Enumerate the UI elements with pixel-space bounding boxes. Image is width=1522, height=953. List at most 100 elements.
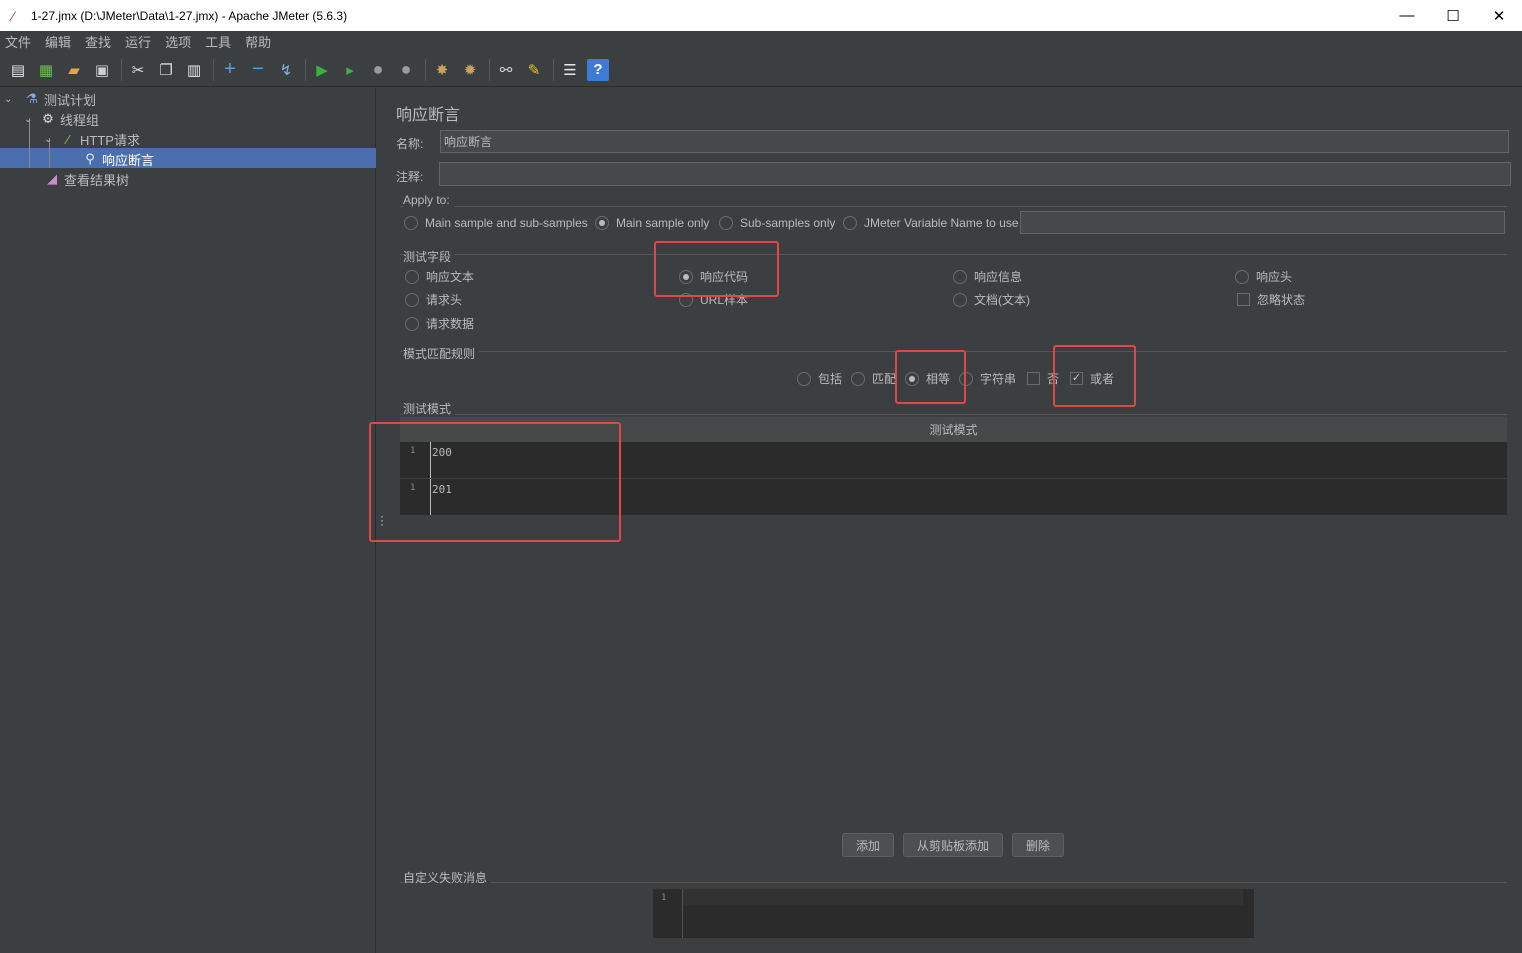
radio-icon [1235,269,1249,284]
menu-options[interactable]: 选项 [165,32,191,51]
radio-icon [719,216,733,230]
matches-radio[interactable]: 匹配 [851,370,896,387]
tree-item-label: HTTP请求 [80,132,140,148]
apply-main-and-sub-radio[interactable]: Main sample and sub-samples [404,216,588,230]
menu-help[interactable]: 帮助 [245,32,271,51]
radio-icon [843,216,857,230]
radio-label: Sub-samples only [740,216,836,230]
minimize-button[interactable]: — [1384,0,1430,31]
cut-icon[interactable]: ✂ [127,59,149,81]
toolbar-separator [489,58,490,81]
radio-icon [953,269,967,284]
annotation-box-patterns [369,422,621,542]
expand-icon[interactable]: + [219,58,241,81]
clear-all-icon[interactable]: ✹ [459,59,481,81]
menu-edit[interactable]: 编辑 [45,32,71,51]
name-label: 名称: [396,137,424,151]
tree-item-test-plan[interactable]: ⌄ ⚗ 测试计划 [4,89,96,109]
jmeter-feather-icon: ⁄ [12,7,15,24]
radio-label: 文档(文本) [974,293,1030,307]
failure-message-title: 自定义失败消息 [403,869,492,886]
delete-button[interactable]: 删除 [1012,833,1064,857]
annotation-box-or [1053,345,1136,407]
paste-icon[interactable]: ▥ [183,59,205,81]
line-number: 1 [661,893,667,903]
stop-icon[interactable]: ● [367,59,389,81]
window-title: 1-27.jmx (D:\JMeter\Data\1-27.jmx) - Apa… [31,8,348,23]
help-icon[interactable]: ? [587,58,609,81]
tree-item-response-assertion[interactable]: ⚲ 响应断言 [82,149,154,169]
comment-label: 注释: [396,170,424,184]
response-message-radio[interactable]: 响应信息 [953,268,1022,285]
start-no-pause-icon[interactable]: ▸ [339,59,361,81]
apply-sub-only-radio[interactable]: Sub-samples only [719,216,835,230]
copy-icon[interactable]: ❐ [155,59,177,81]
new-icon[interactable]: ▤ [7,59,29,81]
clear-icon[interactable]: ✸ [431,59,453,81]
radio-icon [405,269,419,284]
field-to-test-title: 测试字段 [403,248,456,265]
gear-icon: ⚙ [42,111,54,126]
close-button[interactable]: ✕ [1476,0,1522,31]
radio-label: 响应文本 [426,270,475,284]
tree-item-view-results-tree[interactable]: ◢ 查看结果树 [44,169,129,189]
search-icon[interactable]: ⚯ [495,59,517,81]
toolbar: ▤ ▦ ▰ ▣ ✂ ❐ ▥ + − ↯ ▶ ▸ ● ● ✸ ✹ ⚯ ✎ ☰ ? [0,53,1522,87]
templates-icon[interactable]: ▦ [35,59,57,81]
comment-field[interactable] [439,162,1511,186]
chevron-down-icon[interactable]: ⌄ [24,114,36,125]
flask-icon: ⚗ [26,91,38,106]
name-field[interactable]: 响应断言 [440,130,1509,153]
radio-label: 匹配 [872,372,897,386]
variable-name-field[interactable] [1020,211,1505,234]
radio-label: Main sample only [616,216,710,230]
response-text-radio[interactable]: 响应文本 [405,268,474,285]
menu-search[interactable]: 查找 [85,32,111,51]
annotation-box-response-code [654,241,779,297]
radio-label: 字符串 [980,372,1017,386]
radio-label: 请求头 [426,293,463,307]
document-text-radio[interactable]: 文档(文本) [953,291,1030,308]
pipette-icon: ⁄ [66,131,70,147]
function-helper-icon[interactable]: ☰ [559,59,581,81]
radio-icon [851,371,865,386]
toolbar-separator [305,58,306,81]
menu-file[interactable]: 文件 [5,32,31,51]
chevron-down-icon[interactable]: ⌄ [44,134,56,145]
contains-radio[interactable]: 包括 [797,370,842,387]
collapse-icon[interactable]: − [247,58,269,81]
patterns-border [400,414,1507,415]
apply-to-title: Apply to: [403,193,454,207]
substring-radio[interactable]: 字符串 [959,370,1016,387]
reset-search-icon[interactable]: ✎ [523,59,545,81]
request-data-radio[interactable]: 请求数据 [405,315,474,332]
start-icon[interactable]: ▶ [311,59,333,81]
failure-message-editor[interactable]: 1 [653,889,1254,938]
current-line-highlight [683,889,1243,905]
checkbox-icon [1237,293,1250,306]
toolbar-separator [553,58,554,81]
request-headers-radio[interactable]: 请求头 [405,291,462,308]
toggle-icon[interactable]: ↯ [275,59,297,81]
open-icon[interactable]: ▰ [63,59,85,81]
test-plan-tree: ⌄ ⚗ 测试计划 ⌄ ⚙ 线程组 ⌄ ⁄ HTTP请求 ⚲ 响应断言 ◢ 查看结… [0,88,376,953]
radio-label: 响应头 [1256,270,1293,284]
response-headers-radio[interactable]: 响应头 [1235,268,1292,285]
save-icon[interactable]: ▣ [91,59,113,81]
add-button[interactable]: 添加 [842,833,894,857]
radio-label: 包括 [818,372,843,386]
tree-item-http-request[interactable]: ⌄ ⁄ HTTP请求 [44,129,140,149]
apply-variable-radio[interactable]: JMeter Variable Name to use [843,216,1019,230]
chart-icon: ◢ [47,171,57,186]
failure-message-border [400,882,1507,883]
apply-main-only-radio[interactable]: Main sample only [595,216,709,230]
tree-item-thread-group[interactable]: ⌄ ⚙ 线程组 [24,109,99,129]
menu-run[interactable]: 运行 [125,32,151,51]
maximize-button[interactable]: ☐ [1430,0,1476,31]
radio-label: Main sample and sub-samples [425,216,588,230]
menu-tools[interactable]: 工具 [205,32,231,51]
shutdown-icon[interactable]: ● [395,59,417,81]
add-from-clipboard-button[interactable]: 从剪贴板添加 [903,833,1003,857]
chevron-down-icon[interactable]: ⌄ [4,94,16,105]
ignore-status-checkbox[interactable]: 忽略状态 [1237,291,1305,308]
